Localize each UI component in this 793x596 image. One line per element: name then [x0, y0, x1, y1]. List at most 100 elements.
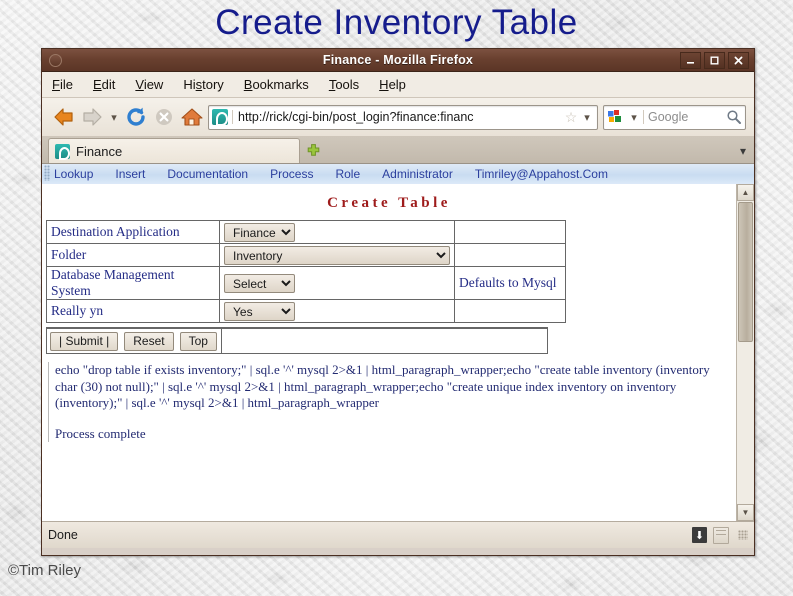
menu-bookmarks[interactable]: Bookmarks	[244, 77, 309, 92]
page-content: Lookup Insert Documentation Process Role…	[42, 163, 754, 521]
table-row: Destination Application Finance	[46, 220, 566, 244]
menu-view[interactable]: View	[135, 77, 163, 92]
status-text: Done	[48, 528, 78, 542]
maximize-button[interactable]	[704, 51, 725, 69]
note-destination-application	[454, 220, 566, 244]
download-arrow-icon[interactable]: ⬇	[692, 527, 707, 543]
note-folder	[454, 243, 566, 267]
scroll-down-button[interactable]: ▼	[737, 504, 754, 521]
app-navigation-bar: Lookup Insert Documentation Process Role…	[42, 164, 754, 185]
reset-button[interactable]: Reset	[124, 331, 174, 351]
stop-button	[150, 107, 178, 127]
table-row: Folder Inventory	[46, 243, 566, 267]
new-tab-button[interactable]	[300, 139, 326, 163]
minimize-icon	[687, 61, 694, 64]
address-bar[interactable]: http://rick/cgi-bin/post_login?finance:f…	[208, 104, 598, 130]
label-destination-application: Destination Application	[46, 220, 220, 244]
nav-link-user-email[interactable]: Timriley@Appahost.Com	[475, 167, 608, 181]
search-input[interactable]: Google	[643, 110, 726, 124]
minimize-button[interactable]	[680, 51, 701, 69]
destination-application-select[interactable]: Finance	[224, 222, 295, 242]
field-really-yn: Yes	[219, 299, 455, 323]
menu-file[interactable]: File	[52, 77, 73, 92]
stop-icon	[156, 109, 172, 125]
nav-link-documentation[interactable]: Documentation	[167, 167, 248, 181]
nav-link-insert[interactable]: Insert	[115, 167, 145, 181]
label-folder: Folder	[46, 243, 220, 267]
field-destination-application: Finance	[219, 220, 455, 244]
tab-strip: Finance ▾	[42, 137, 754, 163]
label-database-management-system: Database Management System	[46, 266, 220, 300]
forward-button	[78, 106, 106, 128]
navigation-toolbar: ▾ http://rick/cgi-bin/post_login?finance…	[42, 98, 754, 137]
page-icon[interactable]	[713, 526, 729, 544]
resize-grip-icon[interactable]	[738, 530, 748, 540]
tab-strip-filler: ▾	[326, 139, 754, 163]
really-yn-select[interactable]: Yes	[224, 301, 295, 321]
menu-edit[interactable]: Edit	[93, 77, 115, 92]
scrollbar-thumb[interactable]	[738, 202, 753, 342]
star-icon[interactable]: ☆	[562, 109, 580, 126]
home-icon	[181, 108, 203, 126]
list-all-tabs-icon[interactable]: ▾	[740, 144, 746, 158]
menu-tools[interactable]: Tools	[329, 77, 359, 92]
nav-link-lookup[interactable]: Lookup	[54, 167, 93, 181]
reload-button[interactable]	[122, 106, 150, 128]
google-logo-icon	[608, 110, 621, 122]
folder-select[interactable]: Inventory	[224, 245, 450, 265]
top-button[interactable]: Top	[179, 331, 217, 351]
maximize-icon	[710, 56, 719, 64]
home-button[interactable]	[178, 106, 206, 128]
nav-link-process[interactable]: Process	[270, 167, 313, 181]
document-body: Create Table Destination Application Fin…	[42, 184, 736, 521]
status-bar-icons: ⬇	[692, 526, 748, 544]
database-management-system-select[interactable]: Select	[224, 273, 295, 293]
close-button[interactable]	[728, 51, 749, 69]
status-bar: Done ⬇	[42, 521, 754, 548]
tab-finance[interactable]: Finance	[48, 138, 300, 163]
submit-button[interactable]: | Submit |	[50, 331, 119, 351]
site-favicon-icon	[212, 109, 228, 126]
form-button-row: | Submit | Reset Top	[46, 327, 548, 354]
magnifier-icon[interactable]	[726, 109, 742, 125]
forward-arrow-icon	[83, 108, 102, 126]
history-dropdown-button[interactable]: ▾	[106, 111, 122, 124]
window-controls	[680, 51, 751, 69]
field-folder: Inventory	[219, 243, 455, 267]
tab-label: Finance	[76, 143, 123, 159]
menu-history[interactable]: History	[183, 77, 223, 92]
process-status-text: Process complete	[55, 425, 146, 441]
search-bar[interactable]: ▾ Google	[603, 104, 746, 130]
table-row: Database Management System Select Defaul…	[46, 266, 566, 300]
note-database-management-system: Defaults to Mysql	[454, 266, 566, 300]
scroll-up-button[interactable]: ▲	[737, 184, 754, 201]
content-scrollbar[interactable]: ▲ ▼	[736, 184, 754, 521]
form-buttons: | Submit | Reset Top	[47, 329, 222, 353]
command-output-text: echo "drop table if exists inventory;" |…	[55, 362, 710, 410]
table-row: Really yn Yes	[46, 299, 566, 323]
menubar: File Edit View History Bookmarks Tools H…	[42, 72, 754, 98]
toolbar-grip-icon[interactable]	[44, 165, 50, 181]
plus-icon	[307, 143, 319, 156]
back-button[interactable]	[50, 106, 78, 128]
nav-link-role[interactable]: Role	[335, 167, 360, 181]
nav-link-administrator[interactable]: Administrator	[382, 167, 453, 181]
page-title: Create Inventory Table	[215, 3, 578, 42]
firefox-window: Finance - Mozilla Firefox File Edit View…	[41, 48, 755, 556]
url-text[interactable]: http://rick/cgi-bin/post_login?finance:f…	[232, 110, 562, 124]
close-icon	[734, 56, 743, 64]
label-really-yn: Really yn	[46, 299, 220, 323]
scrollbar-track[interactable]	[738, 201, 753, 504]
field-database-management-system: Select	[219, 266, 455, 300]
tab-favicon-icon	[55, 143, 70, 160]
back-arrow-icon	[54, 108, 73, 126]
menu-help[interactable]: Help	[379, 77, 406, 92]
window-title: Finance - Mozilla Firefox	[322, 53, 474, 67]
chevron-down-icon[interactable]: ▾	[580, 111, 594, 124]
form-heading: Create Table	[327, 195, 451, 211]
search-engine-chevron-icon[interactable]: ▾	[627, 111, 641, 124]
copyright-notice: ©Tim Riley	[8, 562, 81, 579]
output-panel: echo "drop table if exists inventory;" |…	[48, 362, 730, 442]
create-table-form: Destination Application Finance Folder I…	[46, 220, 566, 323]
reload-icon	[127, 107, 145, 126]
